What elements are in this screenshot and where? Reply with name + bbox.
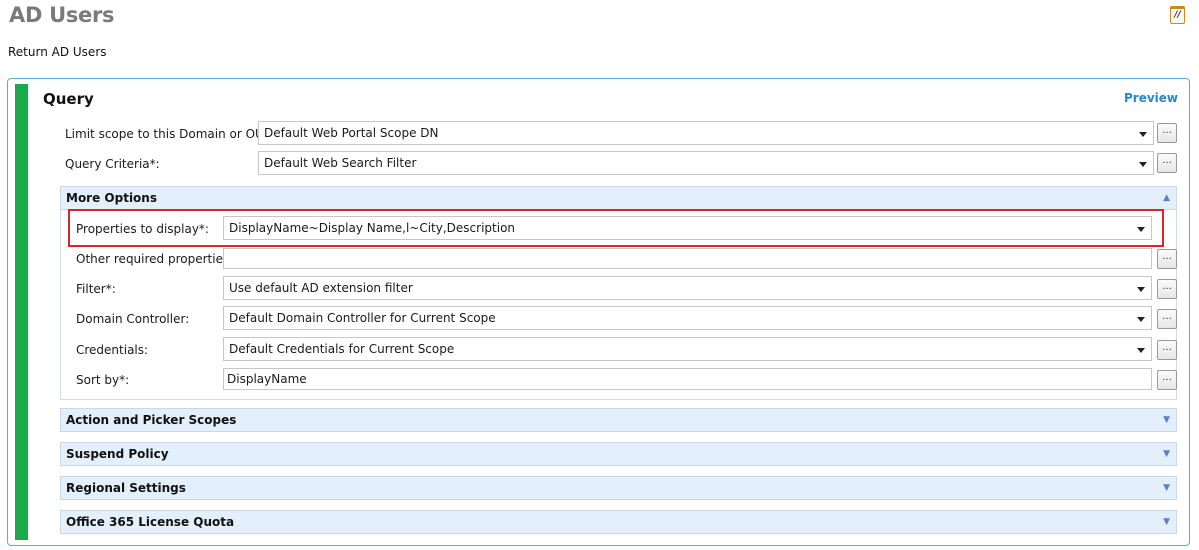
sort-by-label: Sort by*:	[76, 373, 130, 387]
more-options-header[interactable]: More Options ▲	[60, 186, 1177, 210]
sort-by-input[interactable]: DisplayName	[223, 368, 1152, 390]
filter-label: Filter*:	[76, 282, 116, 296]
chevron-down-icon: ▼	[1163, 483, 1170, 493]
accent-bar	[15, 84, 28, 540]
other-required-label: Other required properties:	[76, 252, 234, 266]
page-subtitle: Return AD Users	[8, 45, 107, 59]
other-required-input[interactable]	[223, 248, 1152, 269]
other-required-browse-button[interactable]: ...	[1157, 249, 1177, 269]
group-title: Office 365 License Quota	[66, 515, 235, 529]
domain-controller-browse-button[interactable]: ...	[1157, 309, 1177, 329]
credentials-label: Credentials:	[76, 343, 149, 357]
credentials-browse-button[interactable]: ...	[1157, 340, 1177, 360]
properties-label: Properties to display*:	[76, 222, 209, 236]
criteria-combo[interactable]: Default Web Search Filter	[258, 151, 1154, 175]
domain-controller-combo[interactable]: Default Domain Controller for Current Sc…	[223, 306, 1152, 330]
group-title: Action and Picker Scopes	[66, 413, 237, 427]
chevron-down-icon	[1137, 287, 1145, 292]
chevron-down-icon	[1137, 317, 1145, 322]
group-regional-settings[interactable]: Regional Settings ▼	[60, 476, 1177, 500]
chevron-down-icon	[1137, 348, 1145, 353]
credentials-combo[interactable]: Default Credentials for Current Scope	[223, 337, 1152, 361]
scope-combo[interactable]: Default Web Portal Scope DN	[258, 121, 1154, 145]
preview-link[interactable]: Preview	[1124, 91, 1178, 105]
properties-value: DisplayName~Display Name,l~City,Descript…	[229, 221, 516, 235]
chevron-down-icon: ▼	[1163, 517, 1170, 527]
chevron-up-icon: ▲	[1163, 193, 1170, 203]
group-suspend-policy[interactable]: Suspend Policy ▼	[60, 442, 1177, 466]
scope-value: Default Web Portal Scope DN	[264, 126, 439, 140]
query-section-title: Query	[43, 90, 94, 108]
criteria-label: Query Criteria*:	[65, 157, 160, 171]
group-office-365-license-quota[interactable]: Office 365 License Quota ▼	[60, 510, 1177, 534]
properties-combo[interactable]: DisplayName~Display Name,l~City,Descript…	[223, 216, 1152, 240]
domain-controller-value: Default Domain Controller for Current Sc…	[229, 311, 496, 325]
query-panel: Query Preview Limit scope to this Domain…	[7, 78, 1190, 546]
page-title: AD Users	[9, 3, 115, 27]
sort-by-browse-button[interactable]: ...	[1157, 370, 1177, 390]
chevron-down-icon: ▼	[1163, 449, 1170, 459]
domain-controller-label: Domain Controller:	[76, 312, 190, 326]
criteria-browse-button[interactable]: ...	[1157, 153, 1177, 173]
credentials-value: Default Credentials for Current Scope	[229, 342, 455, 356]
filter-combo[interactable]: Use default AD extension filter	[223, 276, 1152, 300]
scope-browse-button[interactable]: ...	[1157, 123, 1177, 143]
filter-value: Use default AD extension filter	[229, 281, 413, 295]
group-action-picker-scopes[interactable]: Action and Picker Scopes ▼	[60, 408, 1177, 432]
chevron-down-icon	[1137, 227, 1145, 232]
chevron-down-icon: ▼	[1163, 415, 1170, 425]
criteria-value: Default Web Search Filter	[264, 156, 417, 170]
more-options-title: More Options	[66, 191, 157, 205]
filter-browse-button[interactable]: ...	[1157, 279, 1177, 299]
group-title: Regional Settings	[66, 481, 186, 495]
group-title: Suspend Policy	[66, 447, 169, 461]
notes-icon[interactable]: //	[1170, 6, 1185, 24]
chevron-down-icon	[1139, 132, 1147, 137]
scope-label: Limit scope to this Domain or OU*:	[65, 127, 274, 141]
chevron-down-icon	[1139, 162, 1147, 167]
